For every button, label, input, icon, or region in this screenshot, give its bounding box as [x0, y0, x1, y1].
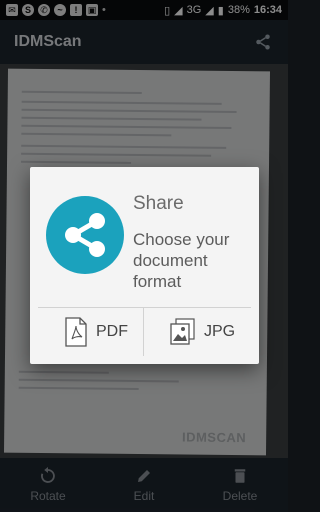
dialog-title: Share [133, 193, 184, 214]
pdf-option-label: PDF [96, 323, 128, 340]
divider [143, 308, 144, 356]
jpg-option-button[interactable]: JPG [170, 308, 255, 356]
image-file-icon [170, 318, 195, 345]
pdf-file-icon [65, 317, 87, 347]
jpg-option-label: JPG [204, 323, 236, 340]
share-icon [65, 213, 105, 257]
dialog-message: Choose your document format [133, 230, 230, 291]
share-badge [46, 196, 124, 274]
share-dialog: Share Choose your document format PDF JP… [30, 167, 259, 364]
pdf-option-button[interactable]: PDF [64, 308, 142, 356]
